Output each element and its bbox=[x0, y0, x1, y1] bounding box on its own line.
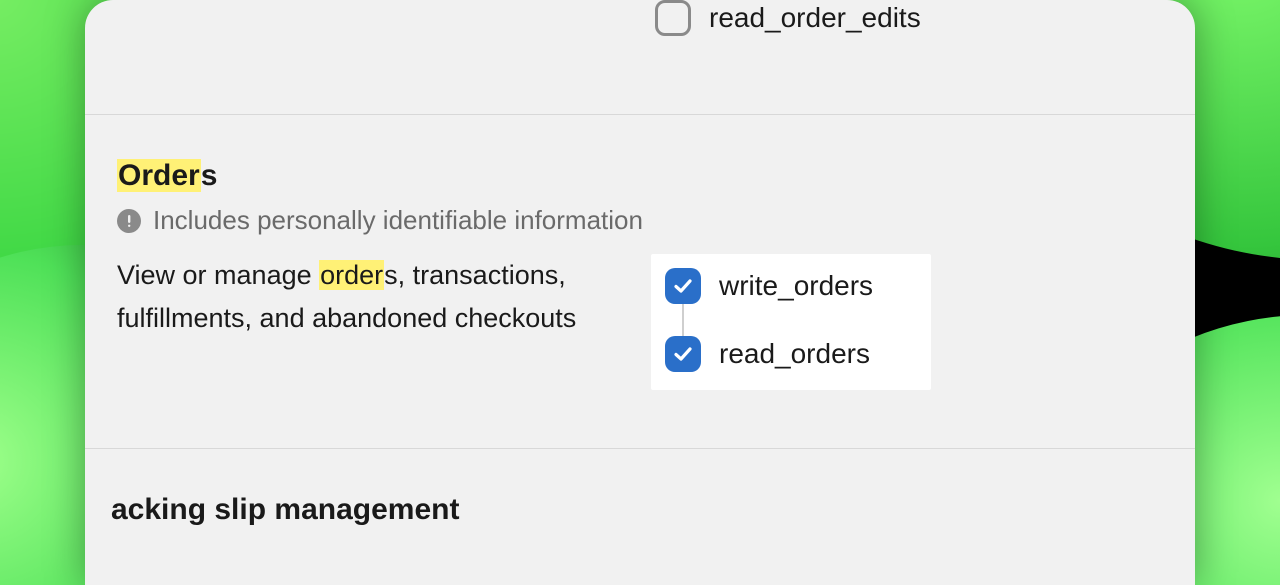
scope-row-read-orders: read_orders bbox=[665, 336, 873, 372]
orders-body: View or manage orders, transactions, ful… bbox=[117, 254, 1163, 390]
scope-row-read-order-edits: read_order_edits bbox=[655, 0, 921, 36]
section-orders: Orders Includes personally identifiable … bbox=[85, 115, 1195, 449]
orders-description: View or manage orders, transactions, ful… bbox=[117, 254, 627, 390]
scope-label: read_orders bbox=[719, 338, 870, 370]
checkbox-read-orders[interactable] bbox=[665, 336, 701, 372]
desc-highlight: order bbox=[319, 260, 384, 290]
pii-notice: Includes personally identifiable informa… bbox=[117, 205, 1163, 236]
section-order-edits: read_order_edits bbox=[85, 0, 1195, 115]
scope-label: write_orders bbox=[719, 270, 873, 302]
scope-connector bbox=[682, 304, 684, 336]
info-icon bbox=[117, 209, 141, 233]
checkbox-read-order-edits[interactable] bbox=[655, 0, 691, 36]
permissions-dialog: read_order_edits Orders Includes persona… bbox=[85, 0, 1195, 585]
orders-heading-rest: s bbox=[201, 159, 218, 192]
checkbox-write-orders[interactable] bbox=[665, 268, 701, 304]
packing-slip-heading: acking slip management bbox=[111, 493, 459, 526]
orders-scopes: write_orders read_orders bbox=[651, 254, 931, 390]
scope-label: read_order_edits bbox=[709, 2, 921, 34]
orders-heading-wrap: Orders bbox=[117, 159, 1163, 193]
section-packing-slip: acking slip management bbox=[85, 449, 1195, 547]
scope-row-write-orders: write_orders bbox=[665, 268, 873, 304]
pii-text: Includes personally identifiable informa… bbox=[153, 205, 643, 236]
desc-prefix: View or manage bbox=[117, 260, 319, 290]
orders-heading-highlight: Order bbox=[117, 159, 201, 192]
packing-heading-crop: acking slip management bbox=[111, 493, 1163, 527]
